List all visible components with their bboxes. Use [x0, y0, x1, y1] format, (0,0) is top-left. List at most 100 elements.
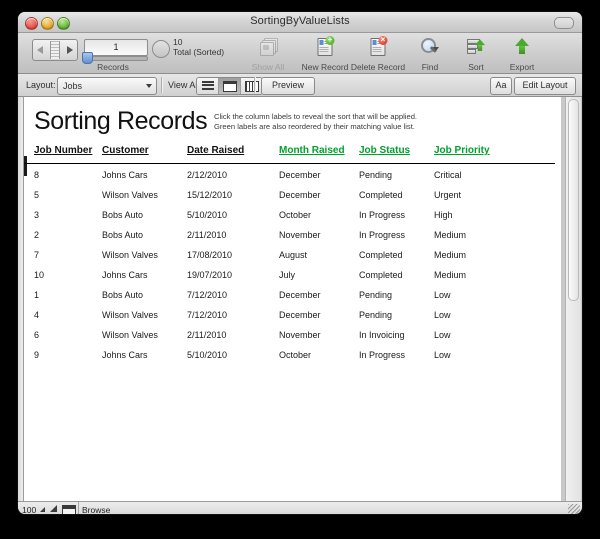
- cell-job-priority[interactable]: Urgent: [434, 190, 461, 200]
- next-record-icon[interactable]: [67, 46, 73, 54]
- cell-month-raised[interactable]: August: [279, 250, 307, 260]
- layout-select[interactable]: Jobs: [57, 77, 157, 95]
- table-row[interactable]: 10 Johns Cars 19/07/2010 July Completed Mediu…: [24, 266, 561, 286]
- edit-layout-button[interactable]: Edit Layout: [514, 77, 576, 95]
- cell-job-status[interactable]: In Progress: [359, 230, 405, 240]
- cell-job-number[interactable]: 1: [34, 290, 39, 300]
- toolbar-toggle-button[interactable]: [554, 17, 574, 29]
- zoom-in-icon[interactable]: [50, 505, 57, 512]
- table-row[interactable]: 8 Johns Cars 2/12/2010 December Pending Criti…: [24, 166, 561, 186]
- cell-job-priority[interactable]: Medium: [434, 230, 466, 240]
- cell-customer[interactable]: Wilson Valves: [102, 330, 158, 340]
- cell-customer[interactable]: Wilson Valves: [102, 190, 158, 200]
- cell-date-raised[interactable]: 2/11/2010: [187, 230, 226, 240]
- cell-job-status[interactable]: Pending: [359, 310, 392, 320]
- cell-customer[interactable]: Bobs Auto: [102, 210, 143, 220]
- cell-job-priority[interactable]: Medium: [434, 270, 466, 280]
- column-header[interactable]: Job Priority: [434, 145, 490, 156]
- cell-job-priority[interactable]: Medium: [434, 250, 466, 260]
- cell-date-raised[interactable]: 7/12/2010: [187, 310, 227, 320]
- column-header[interactable]: Customer: [102, 145, 149, 156]
- cell-job-status[interactable]: Pending: [359, 290, 392, 300]
- cell-customer[interactable]: Wilson Valves: [102, 310, 158, 320]
- table-row[interactable]: 9 Johns Cars 5/10/2010 October In Progress Lo…: [24, 346, 561, 366]
- cell-customer[interactable]: Johns Cars: [102, 350, 148, 360]
- window-resize-grip[interactable]: [568, 504, 580, 514]
- preview-button[interactable]: Preview: [261, 77, 315, 95]
- cell-customer[interactable]: Johns Cars: [102, 170, 148, 180]
- cell-month-raised[interactable]: December: [279, 170, 321, 180]
- table-row[interactable]: 1 Bobs Auto 7/12/2010 December Pending Low: [24, 286, 561, 306]
- sort-icon[interactable]: [467, 38, 486, 55]
- cell-month-raised[interactable]: December: [279, 310, 321, 320]
- record-slider-track[interactable]: [84, 56, 148, 61]
- cell-customer[interactable]: Bobs Auto: [102, 230, 143, 240]
- cell-job-number[interactable]: 8: [34, 170, 39, 180]
- delete-record-icon[interactable]: ×: [370, 36, 388, 56]
- cell-job-status[interactable]: Completed: [359, 250, 403, 260]
- cell-date-raised[interactable]: 5/10/2010: [187, 210, 227, 220]
- view-as-list-button[interactable]: [197, 78, 219, 94]
- cell-month-raised[interactable]: December: [279, 290, 321, 300]
- export-icon[interactable]: [515, 38, 529, 55]
- cell-job-priority[interactable]: Low: [434, 310, 451, 320]
- vertical-scrollbar-thumb[interactable]: [568, 99, 579, 301]
- record-flipper-control[interactable]: [32, 39, 78, 61]
- cell-job-priority[interactable]: Low: [434, 330, 451, 340]
- vertical-scrollbar[interactable]: [565, 97, 581, 501]
- cell-date-raised[interactable]: 15/12/2010: [187, 190, 232, 200]
- column-header[interactable]: Month Raised: [279, 145, 345, 156]
- cell-job-number[interactable]: 9: [34, 350, 39, 360]
- cell-job-priority[interactable]: Low: [434, 290, 451, 300]
- table-row[interactable]: 4 Wilson Valves 7/12/2010 December Pending Lo…: [24, 306, 561, 326]
- table-row[interactable]: 7 Wilson Valves 17/08/2010 August Completed M…: [24, 246, 561, 266]
- cell-job-priority[interactable]: High: [434, 210, 453, 220]
- zoom-out-icon[interactable]: [40, 507, 45, 512]
- cell-date-raised[interactable]: 5/10/2010: [187, 350, 227, 360]
- cell-customer[interactable]: Wilson Valves: [102, 250, 158, 260]
- mode-indicator[interactable]: Browse: [82, 505, 110, 514]
- cell-job-number[interactable]: 3: [34, 210, 39, 220]
- cell-job-priority[interactable]: Critical: [434, 170, 462, 180]
- new-record-icon[interactable]: +: [317, 36, 335, 56]
- table-row[interactable]: 3 Bobs Auto 5/10/2010 October In Progress Hig…: [24, 206, 561, 226]
- cell-customer[interactable]: Johns Cars: [102, 270, 148, 280]
- cell-date-raised[interactable]: 17/08/2010: [187, 250, 232, 260]
- table-row[interactable]: 5 Wilson Valves 15/12/2010 December Complete…: [24, 186, 561, 206]
- cell-job-status[interactable]: In Invoicing: [359, 330, 405, 340]
- cell-job-status[interactable]: In Progress: [359, 350, 405, 360]
- sort-button[interactable]: Sort: [452, 33, 500, 73]
- view-as-table-button[interactable]: [241, 78, 262, 94]
- cell-job-status[interactable]: Pending: [359, 170, 392, 180]
- cell-job-number[interactable]: 7: [34, 250, 39, 260]
- cell-job-status[interactable]: In Progress: [359, 210, 405, 220]
- status-area-toggle-icon[interactable]: [62, 505, 76, 514]
- current-record-field[interactable]: 1: [84, 39, 148, 56]
- view-as-form-button[interactable]: [219, 78, 241, 94]
- export-button[interactable]: Export: [496, 33, 548, 73]
- cell-job-number[interactable]: 6: [34, 330, 39, 340]
- find-button[interactable]: Find: [403, 33, 457, 73]
- cell-date-raised[interactable]: 7/12/2010: [187, 290, 227, 300]
- cell-customer[interactable]: Bobs Auto: [102, 290, 143, 300]
- cell-date-raised[interactable]: 2/11/2010: [187, 330, 226, 340]
- cell-job-priority[interactable]: Low: [434, 350, 451, 360]
- cell-job-number[interactable]: 10: [34, 270, 44, 280]
- cell-month-raised[interactable]: December: [279, 190, 321, 200]
- previous-record-icon[interactable]: [37, 46, 43, 54]
- cell-job-number[interactable]: 2: [34, 230, 39, 240]
- find-icon[interactable]: [421, 38, 439, 55]
- cell-job-status[interactable]: Completed: [359, 190, 403, 200]
- cell-job-status[interactable]: Completed: [359, 270, 403, 280]
- found-set-pie-icon[interactable]: [152, 40, 170, 58]
- cell-month-raised[interactable]: October: [279, 210, 311, 220]
- column-header[interactable]: Job Number: [34, 145, 92, 156]
- table-row[interactable]: 6 Wilson Valves 2/11/2010 November In Invoic…: [24, 326, 561, 346]
- cell-month-raised[interactable]: November: [279, 230, 321, 240]
- zoom-level-indicator[interactable]: 100: [22, 505, 36, 514]
- column-header[interactable]: Date Raised: [187, 145, 244, 156]
- column-header[interactable]: Job Status: [359, 145, 410, 156]
- cell-date-raised[interactable]: 19/07/2010: [187, 270, 232, 280]
- table-row[interactable]: 2 Bobs Auto 2/11/2010 November In Progress Me…: [24, 226, 561, 246]
- view-as-button-group[interactable]: [196, 77, 263, 95]
